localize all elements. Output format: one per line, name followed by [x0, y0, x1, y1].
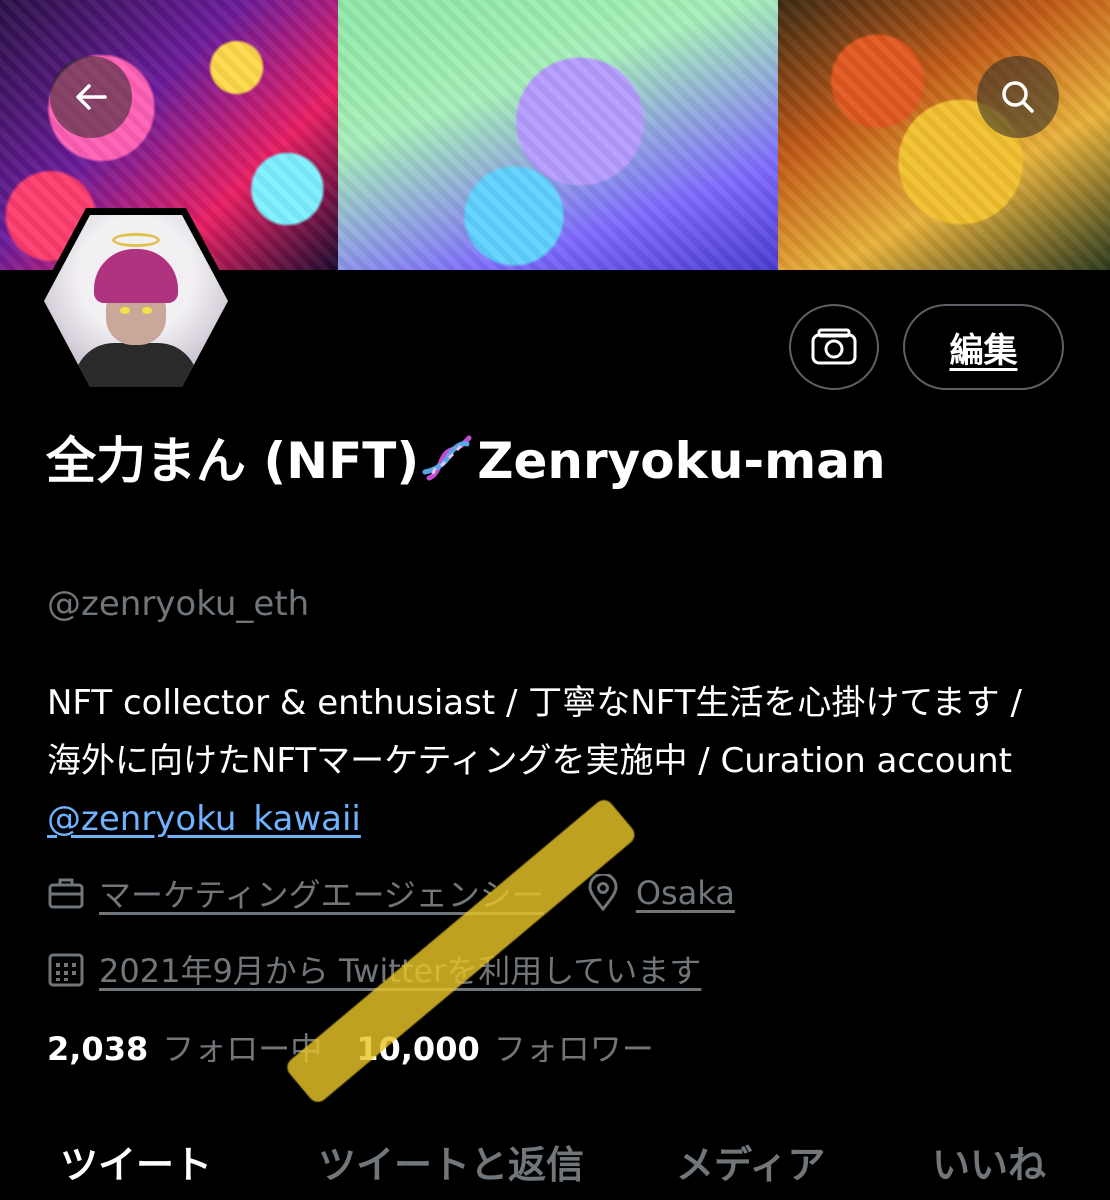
profile-meta-row: マーケティングエージェンシー Osaka: [47, 870, 735, 916]
search-icon: [1002, 81, 1034, 113]
followers-label[interactable]: フォロワー: [494, 1024, 654, 1070]
banner-artwork-2: [338, 0, 778, 270]
tab-tweets-and-replies[interactable]: ツイートと返信: [318, 1134, 584, 1189]
edit-profile-button[interactable]: 編集: [903, 304, 1064, 390]
following-count[interactable]: 2,038: [47, 1030, 148, 1068]
profile-tabs: ツイート ツイートと返信 メディア いいね: [0, 1120, 1110, 1200]
calendar-icon: [48, 953, 84, 987]
avatar-image: [44, 215, 228, 387]
user-handle: @zenryoku_eth: [47, 584, 310, 624]
back-button[interactable]: [50, 56, 132, 138]
nft-photo-button[interactable]: [789, 304, 879, 390]
profile-joined-row: 2021年9月から Twitterを利用しています: [47, 946, 701, 992]
search-button[interactable]: [977, 56, 1059, 138]
bio-text: NFT collector & enthusiast / 丁寧なNFT生活を心掛…: [47, 683, 1022, 781]
arrow-left-icon: [76, 84, 107, 110]
tab-tweets[interactable]: ツイート: [60, 1134, 212, 1189]
dna-icon: [422, 435, 472, 481]
profile-location[interactable]: Osaka: [636, 874, 735, 912]
display-name-romaji: Zenryoku-man: [477, 432, 886, 490]
tab-likes[interactable]: いいね: [932, 1134, 1046, 1189]
tab-media[interactable]: メディア: [676, 1134, 825, 1189]
briefcase-icon: [48, 878, 84, 909]
bio-mention-link[interactable]: @zenryoku_kawaii: [47, 799, 361, 839]
profile-bio: NFT collector & enthusiast / 丁寧なNFT生活を心掛…: [47, 674, 1057, 848]
location-pin-icon: [588, 874, 618, 912]
display-name: 全力まん (NFT) Zenryoku-man: [46, 422, 946, 500]
display-name-main: 全力まん (NFT): [46, 432, 420, 490]
camera-icon: [811, 328, 857, 365]
banner-artwork-3: [778, 0, 1110, 270]
